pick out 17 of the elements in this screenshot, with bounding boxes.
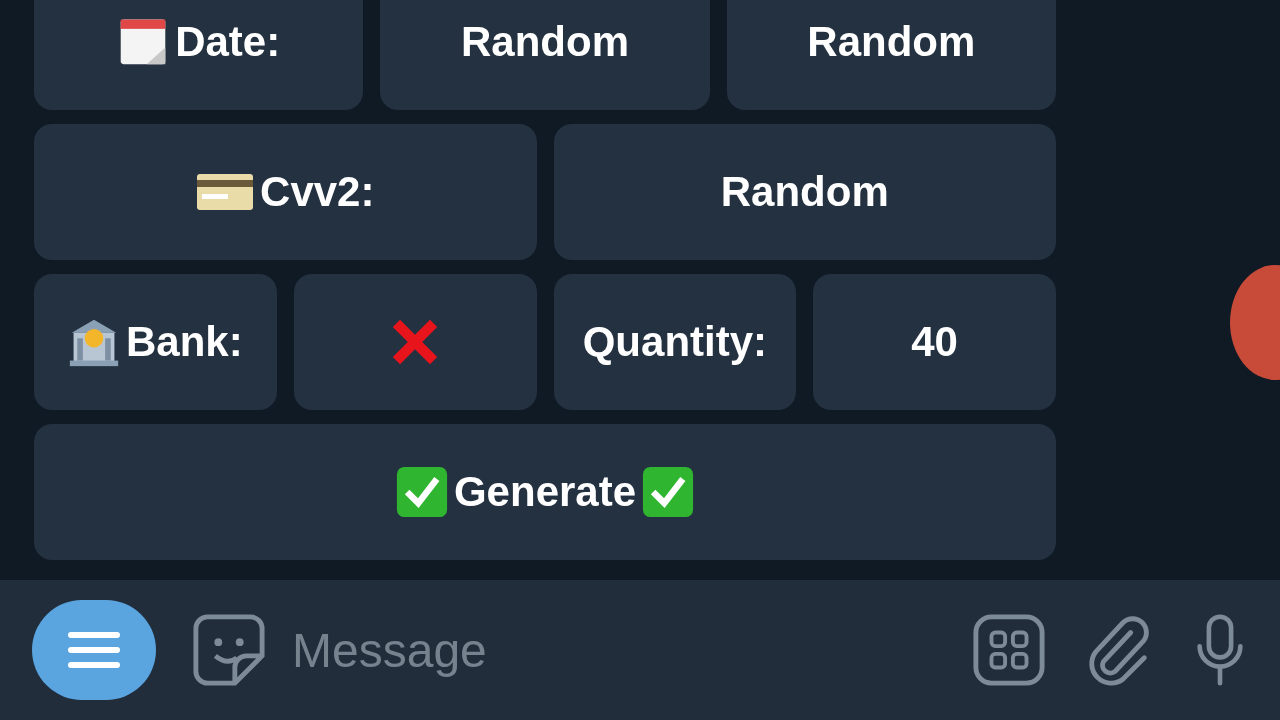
keyboard-button[interactable]: 40 <box>813 274 1056 410</box>
keyboard-button[interactable]: Cvv2: <box>34 124 537 260</box>
grid-icon[interactable] <box>972 613 1046 687</box>
keyboard-button[interactable]: Random <box>553 124 1056 260</box>
menu-icon <box>67 630 121 670</box>
checkmark-icon <box>642 466 695 518</box>
keyboard-button[interactable] <box>293 274 537 410</box>
checkmark-icon <box>395 466 448 518</box>
sticker-icon[interactable] <box>192 613 266 687</box>
keyboard-button[interactable]: Date: <box>34 0 364 110</box>
keyboard-button[interactable]: Random <box>380 0 710 110</box>
keyboard-button[interactable]: Random <box>726 0 1056 110</box>
keyboard-button[interactable]: Bank: <box>34 274 277 410</box>
keyboard-button[interactable]: Quantity: <box>553 274 797 410</box>
message-input[interactable]: Message <box>290 621 936 679</box>
keyboard-button[interactable]: Generate <box>34 424 1056 560</box>
card-icon <box>196 172 255 212</box>
